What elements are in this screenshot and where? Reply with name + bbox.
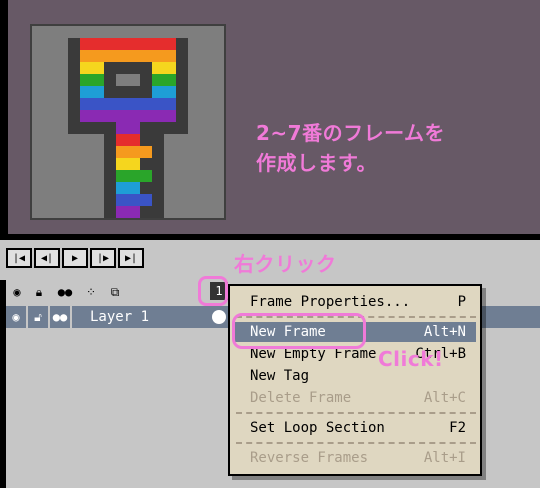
instruction-annotation: 2~7番のフレームを 作成します。: [256, 118, 445, 178]
new-frame-highlight-ring: [232, 313, 366, 349]
layer-eye-icon[interactable]: ◉: [6, 306, 28, 328]
right-click-annotation: 右クリック: [234, 252, 337, 276]
menu-separator: [236, 442, 476, 444]
menu-item-label: Frame Properties...: [250, 294, 411, 310]
eye-icon[interactable]: ◉: [6, 282, 28, 302]
menu-item-label: Set Loop Section: [250, 420, 385, 436]
last-frame-icon: ▶|: [124, 252, 138, 264]
instruction-line-1: 2~7番のフレームを: [256, 121, 445, 145]
next-frame-button[interactable]: |▶: [90, 248, 116, 268]
prev-frame-icon: ◀|: [40, 252, 54, 264]
menu-item-frame-properties[interactable]: Frame Properties... P: [250, 292, 476, 312]
layer-name[interactable]: Layer 1: [84, 306, 210, 328]
onion-skin-icon[interactable]: ⁘: [80, 282, 102, 302]
canvas-area: 2~7番のフレームを 作成します。: [0, 0, 540, 240]
layer-unlock-icon[interactable]: 🔓︎: [28, 306, 50, 328]
menu-item-set-loop-section[interactable]: Set Loop Section F2: [250, 418, 476, 438]
menu-item-shortcut: F2: [449, 420, 466, 436]
lock-icon[interactable]: 🔒︎: [28, 282, 50, 302]
prev-frame-button[interactable]: ◀|: [34, 248, 60, 268]
next-frame-icon: |▶: [96, 252, 110, 264]
menu-item-label: New Tag: [250, 368, 310, 384]
menu-item-reverse-frames[interactable]: Reverse Frames Alt+I: [250, 448, 476, 468]
frame-number-highlight-ring: [198, 276, 228, 306]
click-annotation: Click!: [378, 347, 444, 371]
menu-item-shortcut: Alt+C: [423, 390, 466, 406]
menu-item-shortcut: Alt+N: [423, 324, 466, 340]
cel-dot[interactable]: [212, 310, 226, 324]
last-frame-button[interactable]: ▶|: [118, 248, 144, 268]
menu-item-shortcut: P: [457, 294, 466, 310]
first-frame-icon: |◀: [12, 252, 26, 264]
layer-continuous-icon[interactable]: ●●: [50, 306, 72, 328]
menu-item-shortcut: Alt+I: [423, 450, 466, 466]
playback-controls: |◀ ◀| ▶ |▶ ▶|: [6, 248, 146, 268]
instruction-line-2: 作成します。: [256, 151, 377, 175]
canvas-background[interactable]: [8, 0, 540, 234]
play-button[interactable]: ▶: [62, 248, 88, 268]
frame-icon[interactable]: ⧉: [104, 282, 126, 302]
menu-item-label: Delete Frame: [250, 390, 352, 406]
menu-item-delete-frame[interactable]: Delete Frame Alt+C: [250, 388, 476, 408]
continuous-icon[interactable]: ●●: [54, 282, 76, 302]
menu-item-label: Reverse Frames: [250, 450, 369, 466]
menu-separator: [236, 412, 476, 414]
rainbow-key-sprite: [68, 38, 188, 218]
play-icon: ▶: [71, 252, 79, 264]
first-frame-button[interactable]: |◀: [6, 248, 32, 268]
sprite-canvas[interactable]: [30, 24, 226, 220]
